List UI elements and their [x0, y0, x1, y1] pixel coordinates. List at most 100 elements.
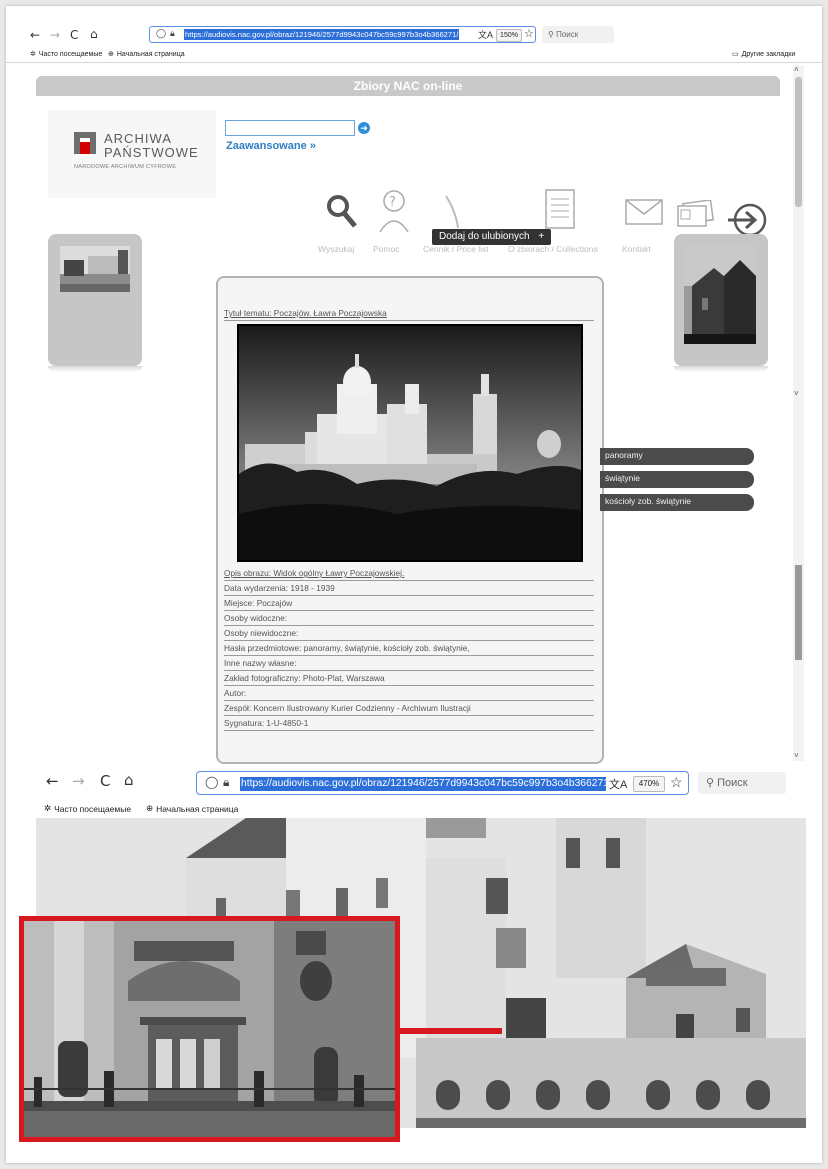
- bookmark-home-page[interactable]: ⊕ Начальная страница: [146, 803, 238, 814]
- previous-photo-card[interactable]: [48, 234, 142, 372]
- tooltip-text: Dodaj do ulubionych: [439, 231, 530, 242]
- other-bookmarks[interactable]: ▭ Другие закладки: [732, 50, 796, 59]
- envelope-icon[interactable]: [624, 198, 664, 226]
- gear-icon: ✲: [30, 51, 36, 58]
- url-text: https://audiovis.nac.gov.pl/obraz/121946…: [240, 777, 606, 791]
- record-signature: Sygnatura: 1-U-4850-1: [224, 716, 594, 731]
- page-scrollbar[interactable]: ˄ ˅ ˅: [793, 65, 804, 761]
- basket-icon[interactable]: [436, 192, 476, 232]
- forward-icon[interactable]: →: [72, 774, 85, 789]
- add-to-favorites-tooltip: Dodaj do ulubionych +: [432, 229, 552, 245]
- card-shadow: [48, 366, 142, 372]
- search-icon: ⚲: [706, 777, 715, 789]
- previous-photo-thumbnail: [60, 246, 130, 292]
- record-fonds: Zespół: Koncern Ilustrowany Kurier Codzi…: [224, 701, 594, 716]
- menu-help[interactable]: Pomoc: [373, 244, 399, 254]
- next-photo-card[interactable]: [674, 234, 768, 372]
- logo-line-1: ARCHIWA: [104, 131, 172, 146]
- search-placeholder: Поиск: [717, 777, 748, 789]
- record-studio: Zakład fotograficzny: Photo-Plat, Warsza…: [224, 671, 594, 686]
- reload-icon[interactable]: C: [70, 28, 78, 42]
- site-header-title: Zbiory NAC on-line: [36, 76, 780, 96]
- record-invisible-persons: Osoby niewidoczne:: [224, 626, 594, 641]
- tag-swiatynie[interactable]: świątynie: [600, 471, 754, 488]
- next-photo-thumbnail: [684, 246, 756, 344]
- search-icon: ⚲: [548, 30, 554, 39]
- bookmark-home-page[interactable]: ⊕ Начальная страница: [108, 50, 185, 59]
- bookmark-label: Другие закладки: [741, 50, 796, 58]
- help-icon[interactable]: ?: [376, 188, 412, 232]
- bookmark-most-visited[interactable]: ✲ Часто посещаемые: [30, 50, 103, 59]
- logo-line-2: PAŃSTWOWE: [104, 145, 199, 160]
- card-shadow: [674, 366, 768, 372]
- gear-icon: ✲: [44, 803, 52, 813]
- translate-icon[interactable]: 文A: [478, 28, 493, 41]
- record-description: Opis obrazu: Widok ogólny Ławry Poczajow…: [224, 566, 594, 581]
- record-place: Miejsce: Poczajów: [224, 596, 594, 611]
- globe-icon: ⊕: [108, 51, 114, 58]
- cards-icon[interactable]: [676, 200, 716, 228]
- shield-icon: ◯: [205, 775, 219, 789]
- menu-collections[interactable]: O zbiorach / Collections: [508, 244, 598, 254]
- zoom-level[interactable]: 470%: [633, 776, 665, 792]
- globe-icon: ⊕: [146, 803, 154, 813]
- record-title: Tytuł tematu: Poczajów. Ławra Poczajowsk…: [224, 306, 594, 321]
- home-icon[interactable]: ⌂: [124, 773, 134, 788]
- zoom-level[interactable]: 150%: [496, 29, 522, 42]
- search-box[interactable]: ⚲ Поиск: [542, 26, 614, 43]
- bookmark-star-icon[interactable]: ☆: [524, 27, 534, 40]
- menu-contact[interactable]: Kontakt: [622, 244, 651, 254]
- main-photo[interactable]: [237, 324, 583, 562]
- plus-icon: +: [538, 231, 545, 242]
- document-icon[interactable]: [544, 188, 576, 230]
- search-go-icon[interactable]: ➜: [358, 122, 370, 134]
- magnifier-icon[interactable]: [324, 192, 358, 230]
- toolbar-divider: [6, 62, 822, 63]
- bookmark-label: Начальная страница: [156, 803, 239, 814]
- translate-icon[interactable]: 文A: [609, 776, 627, 792]
- back-icon[interactable]: ←: [30, 28, 40, 42]
- record-date: Data wydarzenia: 1918 - 1939: [224, 581, 594, 596]
- address-bar[interactable]: ◯ 🔒︎ https://audiovis.nac.gov.pl/obraz/1…: [149, 26, 536, 43]
- scrollbar-thumb-secondary[interactable]: [795, 565, 802, 660]
- nac-site: Zbiory NAC on-line ARCHIWA PAŃSTWOWE NAR…: [36, 76, 780, 764]
- url-text: https://audiovis.nac.gov.pl/obraz/121946…: [184, 29, 460, 40]
- address-bar[interactable]: ◯ 🔒︎ https://audiovis.nac.gov.pl/obraz/1…: [196, 771, 689, 795]
- bookmark-label: Часто посещаемые: [54, 803, 132, 814]
- logo-mark-icon: [74, 132, 96, 154]
- zoom-detail-inset: [19, 916, 400, 1142]
- advanced-search-link[interactable]: Zaawansowane »: [226, 140, 316, 152]
- folder-icon: ▭: [732, 51, 739, 58]
- record-other-names: Inne nazwy własne:: [224, 656, 594, 671]
- home-icon[interactable]: ⌂: [90, 27, 98, 41]
- archiwa-logo[interactable]: ARCHIWA PAŃSTWOWE NARODOWE ARCHIWUM CYFR…: [48, 110, 216, 198]
- scroll-up-icon[interactable]: ˄: [794, 65, 799, 74]
- photo-details-panel: Tytuł tematu: Poczajów. Ławra Poczajowsk…: [216, 276, 604, 764]
- exit-arrow-icon[interactable]: [726, 202, 768, 238]
- scroll-down-icon[interactable]: ˅: [794, 751, 799, 760]
- record-visible-persons: Osoby widoczne:: [224, 611, 594, 626]
- shield-icon: ◯: [156, 28, 167, 38]
- reload-icon[interactable]: C: [100, 774, 110, 789]
- lock-icon: 🔒︎: [223, 775, 230, 789]
- back-icon[interactable]: ←: [46, 774, 59, 789]
- bookmark-label: Часто посещаемые: [38, 50, 103, 58]
- scrollbar-thumb[interactable]: [795, 77, 802, 207]
- scroll-down-icon[interactable]: ˅: [794, 389, 799, 398]
- search-box[interactable]: ⚲ Поиск: [698, 772, 786, 794]
- tag-panoramy[interactable]: panoramy: [600, 448, 754, 465]
- bookmark-star-icon[interactable]: ☆: [670, 774, 683, 791]
- detail-photo: [24, 921, 395, 1137]
- tag-koscioly[interactable]: kościoły zob. świątynie: [600, 494, 754, 511]
- logo-subtitle: NARODOWE ARCHIWUM CYFROWE: [74, 164, 177, 170]
- menu-search[interactable]: Wyszukaj: [318, 244, 354, 254]
- composite-screenshot: ← → C ⌂ ◯ 🔒︎ https://audiovis.nac.gov.pl…: [6, 6, 822, 1163]
- bookmark-most-visited[interactable]: ✲ Часто посещаемые: [44, 803, 131, 814]
- search-placeholder: Поиск: [556, 30, 579, 39]
- forward-icon[interactable]: →: [50, 28, 60, 42]
- site-search-input[interactable]: [225, 120, 355, 136]
- record-subjects: Hasła przedmiotowe: panoramy, świątynie,…: [224, 641, 594, 656]
- menu-pricelist[interactable]: Cennik / Price list: [423, 244, 489, 254]
- record-author: Autor:: [224, 686, 594, 701]
- bookmark-label: Начальная страница: [116, 50, 185, 58]
